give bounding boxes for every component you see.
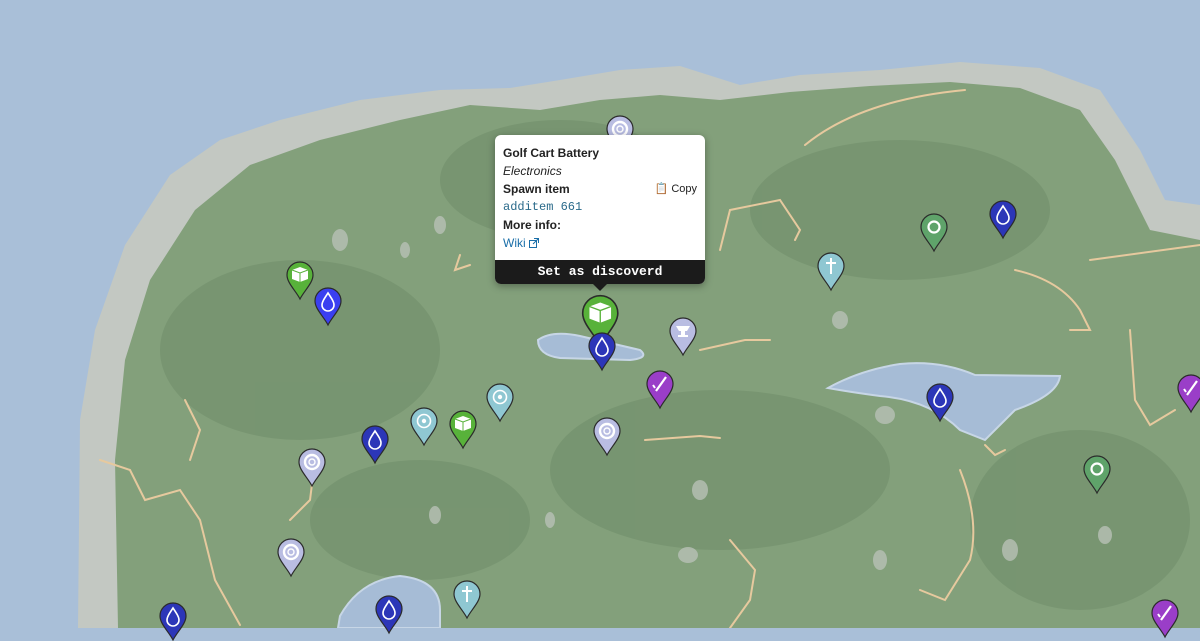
map-marker[interactable] [313,286,343,327]
map-marker[interactable] [645,369,675,410]
map-marker[interactable] [668,316,698,357]
map-marker[interactable] [988,199,1018,240]
copy-button[interactable]: 📋 Copy [655,180,697,198]
map-marker[interactable] [1082,454,1112,495]
map-marker[interactable] [587,331,617,372]
map-marker[interactable] [409,406,439,447]
map-marker[interactable] [592,416,622,457]
item-popup: Golf Cart Battery Electronics Spawn item… [495,135,705,291]
map-marker[interactable] [285,260,315,301]
popup-category: Electronics [503,164,562,178]
map-marker[interactable] [276,537,306,578]
map-marker[interactable] [297,447,327,488]
map-marker[interactable] [925,382,955,423]
more-info-label: More info: [503,218,561,232]
map-marker[interactable] [374,594,404,635]
map-marker[interactable] [452,579,482,620]
map-marker[interactable] [448,409,478,450]
map-marker[interactable] [485,382,515,423]
wiki-link[interactable]: Wiki [503,236,540,250]
battery-icon [454,416,472,431]
spawn-command: additem 661 [503,200,583,214]
map-marker[interactable] [1150,598,1180,639]
battery-icon [588,302,612,323]
map-marker[interactable] [1176,373,1200,414]
set-discovered-button[interactable]: Set as discoverd [495,260,705,284]
battery-icon [291,267,309,282]
popup-pointer [592,283,608,291]
wiki-link-label: Wiki [503,236,526,250]
map-marker[interactable] [816,251,846,292]
popup-title: Golf Cart Battery [503,146,600,160]
map-marker[interactable] [158,601,188,641]
map-marker[interactable] [919,212,949,253]
external-link-icon [529,238,540,248]
spawn-item-label: Spawn item [503,182,570,196]
map-marker[interactable] [360,424,390,465]
